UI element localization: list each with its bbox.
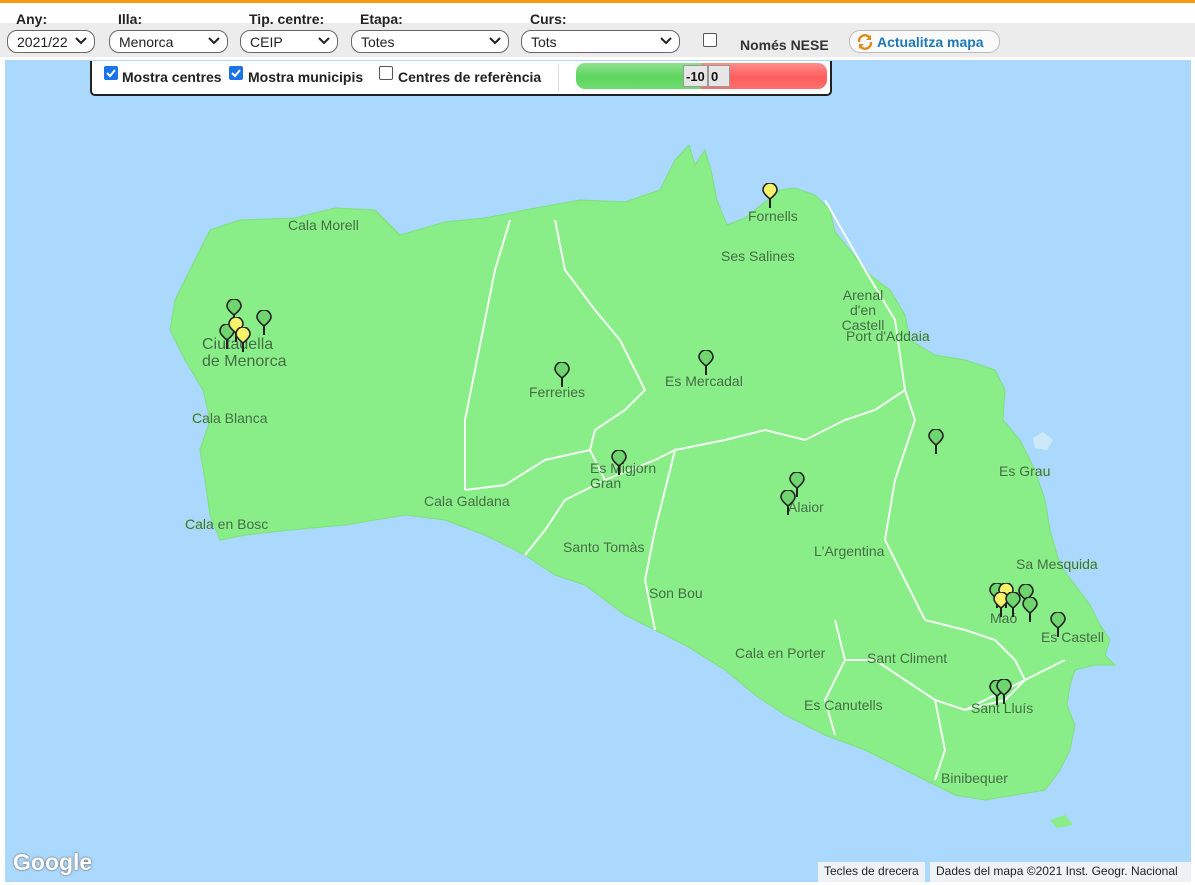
filter-bar: Any: 2021/22 Illa: Menorca Tip. centre: … [0, 3, 1195, 60]
place-label: Cala en Bosc [185, 516, 269, 532]
island-select-value: Menorca [119, 34, 174, 50]
nese-checkbox[interactable] [703, 33, 717, 47]
center-type-select-value: CEIP [250, 34, 283, 50]
place-label: Cala Blanca [192, 410, 268, 426]
place-label: Ses Salines [721, 248, 795, 264]
place-label: Cala Morell [288, 217, 359, 233]
place-label: Arenal d'en Castell [841, 287, 885, 333]
reference-centers-label: Centres de referència [398, 69, 542, 85]
center-type-select[interactable]: CEIP [240, 30, 338, 53]
place-label: Cala en Porter [735, 645, 826, 661]
center-type-label: Tip. centre: [249, 11, 325, 27]
check-icon [106, 69, 116, 78]
map-area[interactable]: Cala Morell Ciutadella de Menorca Cala B… [5, 60, 1191, 882]
place-label: Port d'Addaia [846, 328, 930, 344]
school-marker-icon[interactable] [996, 678, 1012, 705]
update-map-label: Actualitza mapa [877, 34, 984, 50]
chevron-down-icon [318, 37, 330, 45]
place-label: Son Bou [649, 585, 703, 601]
year-select-value: 2021/22 [17, 34, 68, 50]
check-icon [231, 69, 241, 78]
scale-min-input[interactable]: -10 [683, 65, 708, 87]
chevron-down-icon [660, 37, 672, 45]
course-label: Curs: [530, 11, 567, 27]
island-islet-south [1050, 815, 1073, 828]
map-data-attribution[interactable]: Dades del mapa ©2021 Inst. Geogr. Nacion… [930, 862, 1191, 882]
chevron-down-icon [489, 37, 501, 45]
school-marker-icon[interactable] [1022, 596, 1038, 623]
place-label: Es Canutells [804, 697, 883, 713]
year-select[interactable]: 2021/22 [7, 30, 95, 53]
stage-select-value: Totes [361, 34, 395, 50]
update-map-button[interactable]: Actualitza mapa [849, 30, 1000, 53]
show-municipalities-checkbox[interactable] [229, 66, 243, 80]
google-logo: Google [13, 849, 93, 875]
school-marker-icon[interactable] [780, 489, 796, 516]
island-select[interactable]: Menorca [109, 30, 228, 53]
school-marker-icon[interactable] [554, 361, 570, 388]
place-label: Cala Galdana [424, 493, 510, 509]
place-label: Fornells [748, 208, 798, 224]
show-centers-checkbox[interactable] [104, 66, 118, 80]
scale-max-input[interactable]: 0 [708, 65, 730, 87]
show-centers-label: Mostra centres [122, 69, 222, 85]
school-marker-icon[interactable] [256, 309, 272, 336]
place-label: Sa Mesquida [1016, 556, 1098, 572]
chevron-down-icon [75, 37, 87, 45]
school-marker-icon[interactable] [762, 182, 778, 209]
course-select-value: Tots [531, 34, 557, 50]
year-label: Any: [16, 11, 48, 27]
reference-centers-checkbox[interactable] [379, 66, 393, 80]
place-label: Binibequer [941, 770, 1008, 786]
school-marker-icon[interactable] [1050, 611, 1066, 638]
show-municipalities-label: Mostra municipis [248, 69, 364, 85]
place-label: L'Argentina [814, 543, 885, 559]
school-marker-icon[interactable] [611, 449, 627, 476]
place-label: Sant Climent [867, 650, 948, 666]
island-label: Illa: [118, 11, 143, 27]
stage-select[interactable]: Totes [351, 30, 509, 53]
course-select[interactable]: Tots [521, 30, 680, 53]
school-marker-icon[interactable] [698, 349, 714, 376]
nese-label: Només NESE [740, 37, 829, 53]
school-marker-icon[interactable] [928, 428, 944, 455]
island-islet-east [1033, 432, 1053, 450]
place-label: Es Grau [999, 463, 1051, 479]
panel-divider [558, 65, 559, 91]
chevron-down-icon [208, 37, 220, 45]
place-label: Santo Tomàs [563, 539, 645, 555]
keyboard-shortcuts-link[interactable]: Tecles de drecera [818, 862, 925, 882]
stage-label: Etapa: [360, 11, 403, 27]
range-scale-slider[interactable]: -10 0 [576, 63, 827, 89]
school-marker-icon[interactable] [235, 326, 251, 353]
refresh-icon [857, 34, 873, 50]
